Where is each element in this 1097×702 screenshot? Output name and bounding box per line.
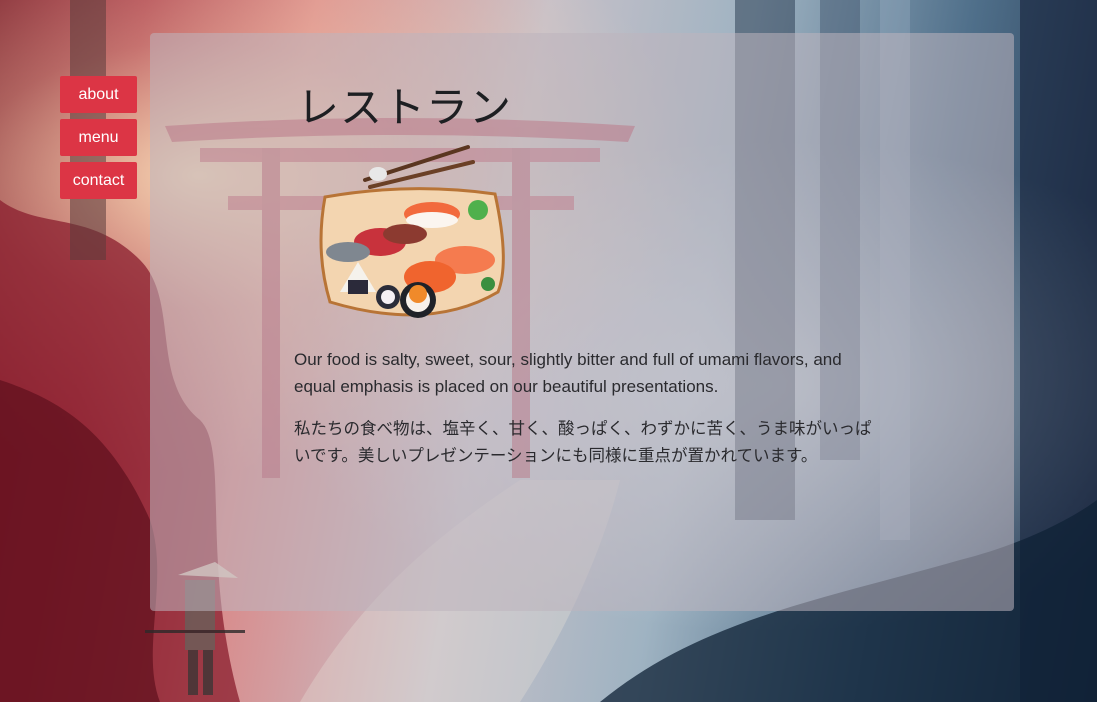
page-title: レストラン <box>297 83 513 132</box>
side-nav: about menu contact <box>60 76 137 205</box>
description-english: Our food is salty, sweet, sour, slightly… <box>294 350 842 396</box>
nav-menu-button[interactable]: menu <box>60 119 137 156</box>
page-background: about menu contact レストラン Our food is sal… <box>0 0 1097 702</box>
nav-about-button[interactable]: about <box>60 76 137 113</box>
nav-contact-button[interactable]: contact <box>60 162 137 199</box>
sushi-platter-image <box>319 145 505 318</box>
description-japanese: 私たちの食べ物は、塩辛く、甘く、酸っぱく、わずかに苦く、うま味がいっぱいです。美… <box>294 419 872 465</box>
content-panel <box>150 33 1014 611</box>
